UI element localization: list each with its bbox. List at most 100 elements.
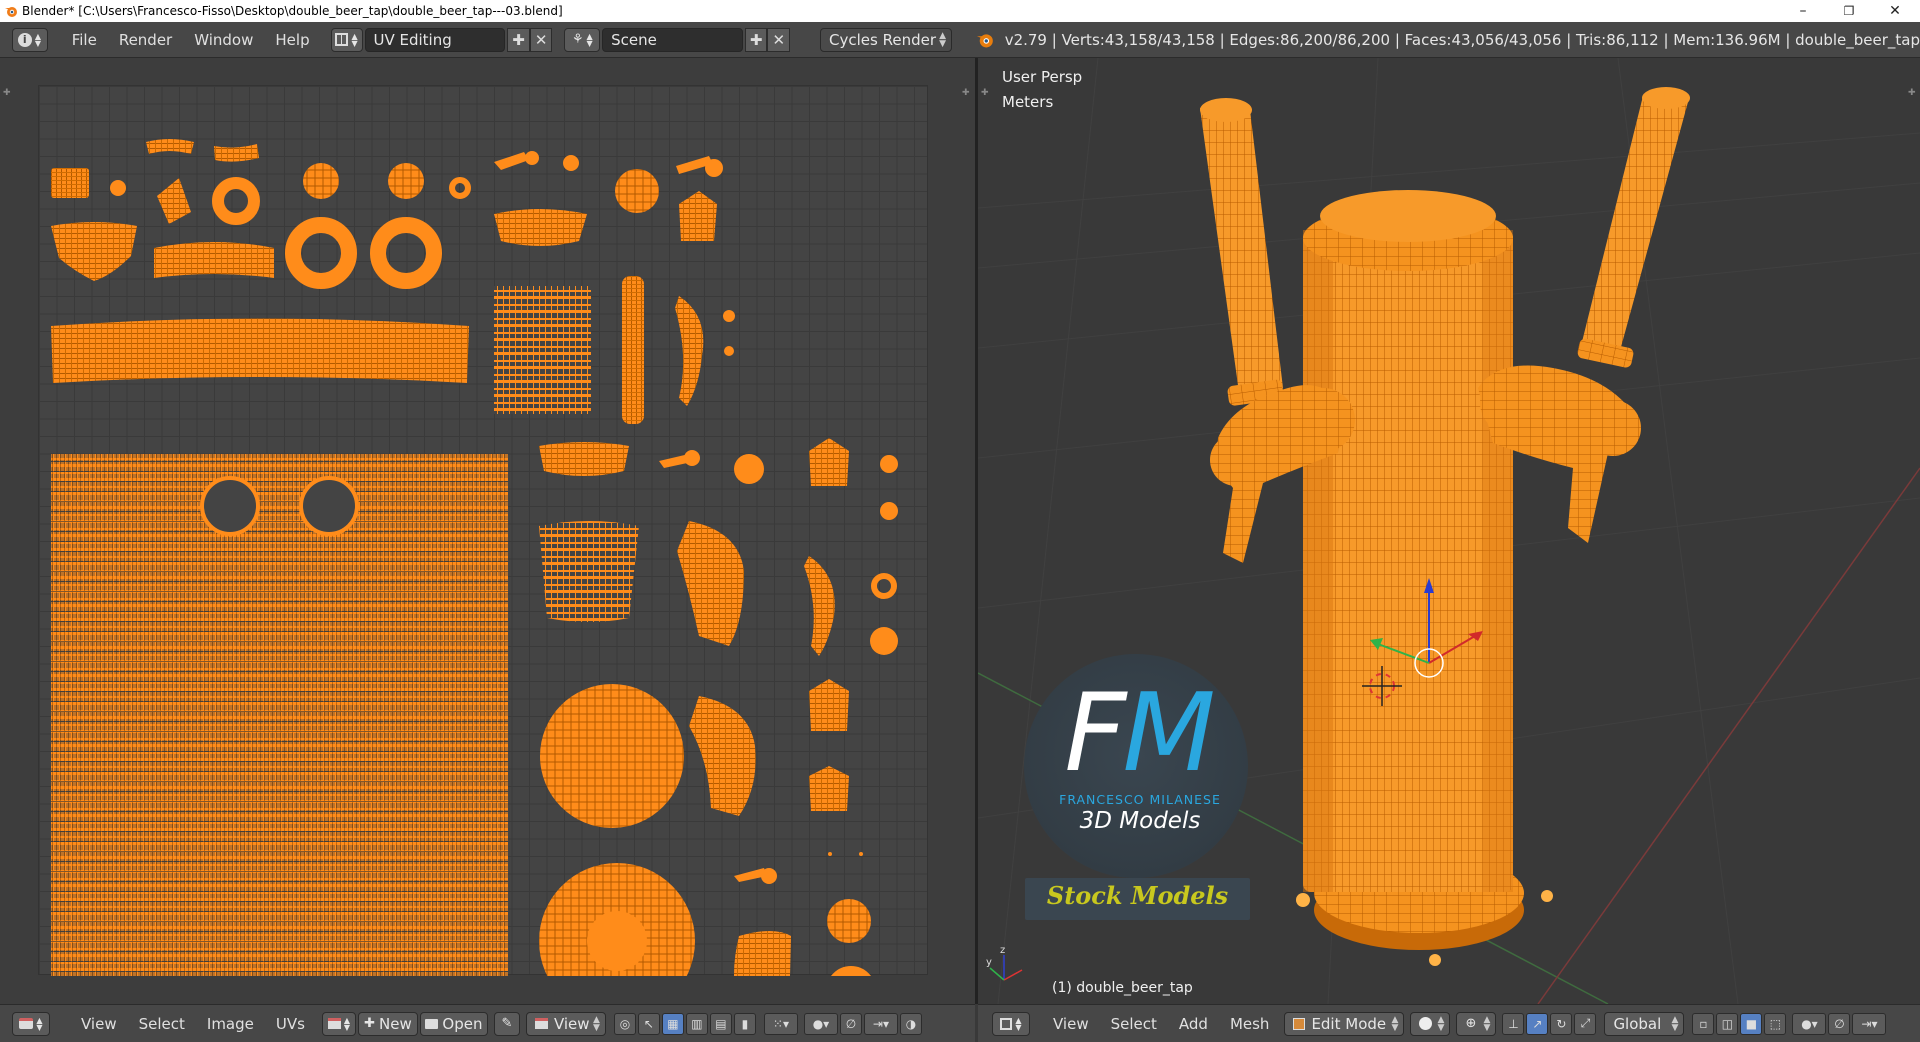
- updown-arrows-icon: ▲ ▼: [1437, 1014, 1445, 1033]
- scene-icon: ⚘: [571, 32, 584, 47]
- scene-name-field[interactable]: Scene: [602, 27, 743, 52]
- shading-dropdown[interactable]: ▲ ▼: [1410, 1011, 1451, 1036]
- screen-layout-button[interactable]: ▲ ▼: [330, 27, 363, 52]
- face-select-icon[interactable]: ▤: [709, 1012, 732, 1035]
- render-view-icon[interactable]: ◑: [899, 1012, 922, 1035]
- uv-menu-select[interactable]: Select: [128, 1012, 196, 1036]
- beer-tap-mesh: [1200, 87, 1690, 966]
- uv-island: [51, 168, 89, 198]
- menu-window[interactable]: Window: [183, 28, 264, 52]
- uv-menu-view[interactable]: View: [70, 1012, 128, 1036]
- edge-select-icon[interactable]: ▥: [685, 1012, 708, 1035]
- info-header: i ▲ ▼ File Render Window Help ▲ ▼ UV Editi…: [0, 22, 1920, 58]
- view-axis-gizmo: y z: [986, 945, 1023, 981]
- plus-icon: ✚: [749, 30, 763, 49]
- blender-logo-icon: [976, 33, 993, 47]
- proportional-editing-icon[interactable]: ●▾: [1792, 1012, 1827, 1035]
- snap-icon[interactable]: ∅: [839, 1012, 862, 1035]
- scale-manipulator-icon[interactable]: ⤢: [1574, 1012, 1597, 1035]
- uv-grid[interactable]: [38, 85, 928, 1019]
- pivot-dropdown[interactable]: ⊕ ▲ ▼: [1456, 1011, 1497, 1036]
- maximize-button[interactable]: ❐: [1826, 0, 1872, 22]
- vertex-select-mode-icon[interactable]: ▫: [1692, 1012, 1715, 1035]
- delete-layout-button[interactable]: ✕: [529, 27, 553, 52]
- new-label: New: [379, 1014, 412, 1033]
- pivot-icon[interactable]: ◎: [613, 1012, 636, 1035]
- translate-manipulator-icon[interactable]: ↗: [1526, 1012, 1549, 1035]
- properties-toggle-icon[interactable]: ✚: [962, 88, 970, 98]
- menu-file[interactable]: File: [61, 28, 108, 52]
- menu-render[interactable]: Render: [108, 28, 183, 52]
- manipulator-toggle-icon[interactable]: ⊥: [1502, 1012, 1525, 1035]
- toolshelf-toggle-icon[interactable]: ✚: [3, 88, 11, 98]
- browse-image-button[interactable]: ▲ ▼: [321, 1011, 356, 1036]
- mode-dropdown[interactable]: Edit Mode ▲ ▼: [1284, 1011, 1405, 1036]
- select-cursor-icon[interactable]: ↖: [637, 1012, 660, 1035]
- scene-statistics: v2.79 | Verts:43,158/43,158 | Edges:86,2…: [1004, 30, 1920, 49]
- uv-editor-header: ▲ ▼ View Select Image UVs ▲ ▼ ✚ New Open ✎ …: [0, 1004, 975, 1042]
- vertex-select-icon[interactable]: ▦: [661, 1012, 684, 1035]
- 3d-view-header: ▲ ▼ View Select Add Mesh Edit Mode ▲ ▼ ▲ ▼ …: [978, 1004, 1920, 1042]
- svg-text:z: z: [1000, 945, 1005, 956]
- active-object-label: (1) double_beer_tap: [1052, 980, 1193, 996]
- pin-icon: ✎: [501, 1016, 513, 1031]
- watermark-subtitle: 3D Models: [1079, 808, 1201, 834]
- uv-menu-image[interactable]: Image: [196, 1012, 265, 1036]
- layout-grid-icon: [335, 33, 349, 46]
- plus-icon: ✚: [512, 30, 525, 49]
- uv-menu-uvs[interactable]: UVs: [265, 1012, 316, 1036]
- image-editor-icon: [19, 1018, 34, 1029]
- 3d-menu-mesh[interactable]: Mesh: [1219, 1012, 1281, 1036]
- view-mode-label: View: [553, 1014, 590, 1033]
- editor-type-info-button[interactable]: i ▲ ▼: [12, 27, 48, 52]
- limit-selection-icon[interactable]: ⬚: [1764, 1012, 1787, 1035]
- 3d-menu-add[interactable]: Add: [1168, 1012, 1219, 1036]
- add-scene-button[interactable]: ✚: [744, 27, 768, 52]
- 3d-menu-view[interactable]: View: [1042, 1012, 1100, 1036]
- editor-type-3d-button[interactable]: ▲ ▼: [992, 1011, 1030, 1036]
- uv-island-sphere: [540, 684, 684, 828]
- transform-orientation-dropdown[interactable]: Global ▲ ▼: [1604, 1011, 1685, 1036]
- snap-toggle-icon[interactable]: ∅: [1828, 1012, 1851, 1035]
- plus-icon: ✚: [364, 1016, 376, 1031]
- snap-element-icon[interactable]: ⇥▾: [1852, 1012, 1887, 1035]
- open-image-button[interactable]: Open: [419, 1011, 488, 1036]
- minimize-button[interactable]: –: [1780, 0, 1826, 22]
- render-engine-dropdown[interactable]: Cycles Render ▲ ▼: [820, 27, 953, 52]
- updown-arrows-icon: ▲ ▼: [1483, 1014, 1491, 1033]
- watermark-author: FRANCESCO MILANESE: [1059, 792, 1221, 807]
- window-titlebar: Blender* [C:\Users\Francesco-Fisso\Deskt…: [0, 0, 1920, 22]
- proportional-edit-icon[interactable]: ●▾: [803, 1012, 838, 1035]
- folder-icon: [425, 1018, 439, 1029]
- snap-target-icon[interactable]: ⇥▾: [863, 1012, 898, 1035]
- updown-arrows-icon: ▲ ▼: [1391, 1014, 1399, 1033]
- layout-name-field[interactable]: UV Editing: [364, 27, 506, 52]
- add-layout-button[interactable]: ✚: [507, 27, 530, 52]
- updown-arrows-icon: ▲ ▼: [36, 1015, 43, 1032]
- 3d-viewport[interactable]: User Persp Meters ✚ ✚ y z FM FRANCESCO M…: [978, 58, 1920, 1004]
- layout-name: UV Editing: [373, 30, 452, 49]
- render-engine-label: Cycles Render: [829, 30, 936, 49]
- uv-view-mode-dropdown[interactable]: View ▲ ▼: [525, 1011, 606, 1036]
- rotate-manipulator-icon[interactable]: ↻: [1550, 1012, 1573, 1035]
- close-window-button[interactable]: ✕: [1872, 0, 1918, 22]
- face-select-mode-icon[interactable]: ■: [1740, 1012, 1763, 1035]
- new-image-button[interactable]: ✚ New: [357, 1011, 418, 1036]
- uv-image-editor[interactable]: ✚ ✚: [0, 58, 975, 1019]
- scene-selector-button[interactable]: ⚘ ▲ ▼: [564, 27, 601, 52]
- 3d-menu-select[interactable]: Select: [1100, 1012, 1168, 1036]
- open-label: Open: [442, 1014, 483, 1033]
- info-icon: i: [17, 32, 32, 47]
- window-title: Blender* [C:\Users\Francesco-Fisso\Deskt…: [22, 4, 563, 18]
- editor-type-button[interactable]: ▲ ▼: [12, 1011, 50, 1036]
- menu-help[interactable]: Help: [264, 28, 320, 52]
- island-select-icon[interactable]: ▮: [733, 1012, 756, 1035]
- sticky-mode-icon[interactable]: ⁙▾: [763, 1012, 798, 1035]
- cube-icon: [1000, 1017, 1013, 1030]
- svg-text:y: y: [986, 957, 992, 968]
- delete-scene-button[interactable]: ✕: [767, 27, 791, 52]
- scene-name: Scene: [611, 30, 657, 49]
- edge-select-mode-icon[interactable]: ◫: [1716, 1012, 1739, 1035]
- pin-button[interactable]: ✎: [493, 1011, 520, 1036]
- updown-arrows-icon: ▲ ▼: [939, 30, 947, 49]
